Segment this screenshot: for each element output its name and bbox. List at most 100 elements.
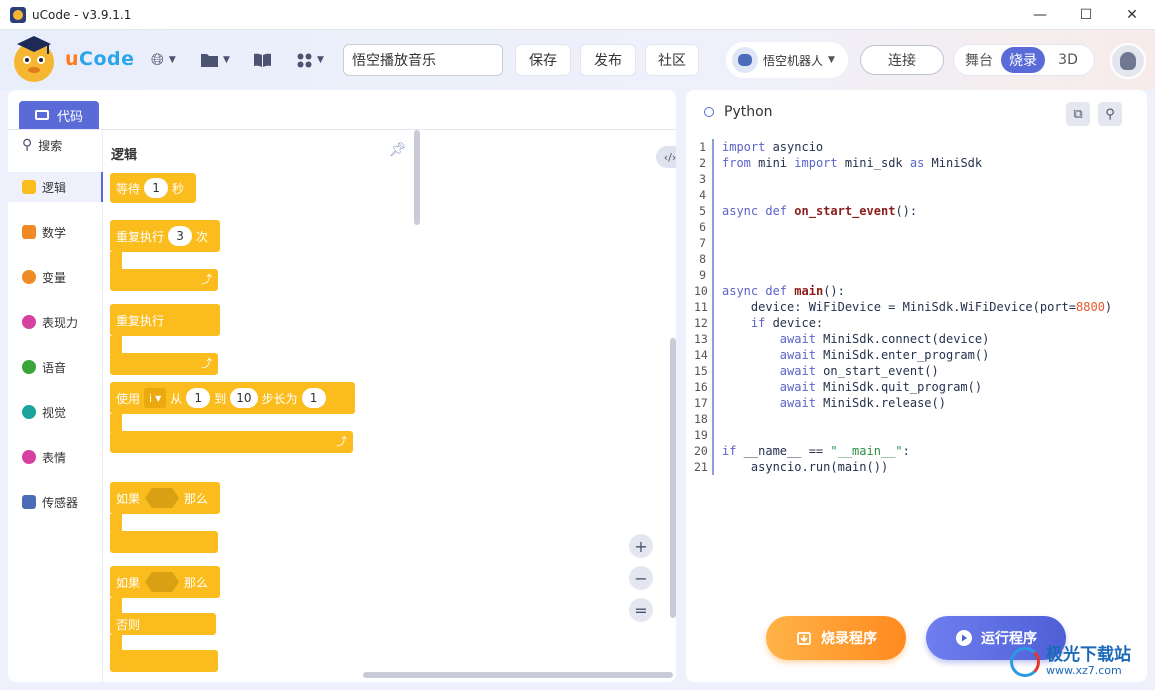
for-step-input[interactable]: 1 (301, 388, 326, 408)
block-if[interactable]: 如果 那么 (110, 482, 220, 514)
code-text: await MiniSdk.connect(device) (779, 332, 990, 346)
sensor-icon (22, 495, 36, 509)
workspace-horizontal-scrollbar[interactable] (363, 672, 673, 678)
maximize-button[interactable]: ☐ (1063, 0, 1109, 30)
for-variable-dropdown[interactable]: i ▼ (144, 388, 167, 408)
line-number: 3 (699, 172, 706, 186)
for-to-input[interactable]: 10 (230, 388, 258, 408)
code-line: 6 (694, 219, 1139, 235)
category-expression[interactable]: 表情 (8, 442, 103, 472)
gutter-bar (712, 459, 714, 475)
block-wait[interactable]: 等待 1 秒 (110, 173, 196, 203)
category-voice[interactable]: 语音 (8, 352, 103, 382)
category-vision[interactable]: 视觉 (8, 397, 103, 427)
publish-button[interactable]: 发布 (580, 44, 636, 76)
block-text: 重复执行 (116, 313, 165, 328)
block-text: 重复执行 (116, 229, 165, 244)
block-forever[interactable]: 重复执行 (110, 304, 220, 336)
code-view-toggle[interactable]: ‹/› (656, 146, 676, 168)
extensions-menu[interactable]: ▼ (297, 50, 324, 70)
gutter-bar (712, 347, 714, 363)
category-motion[interactable]: 表现力 (8, 307, 103, 337)
language-menu[interactable]: 🌐︎ ▼ (151, 50, 176, 70)
minimize-button[interactable]: — (1017, 0, 1063, 30)
loop-arrow-icon: ⤴ (201, 357, 212, 370)
copy-code-button[interactable]: ⧉ (1066, 102, 1090, 126)
zoom-reset-button[interactable]: = (629, 598, 653, 622)
mode-burn-button[interactable]: 烧录 (1001, 47, 1045, 73)
folder-icon (201, 54, 218, 67)
block-text: 从 (170, 391, 183, 406)
zoom-code-button[interactable]: ⚲ (1098, 102, 1122, 126)
blocks-editor-panel: 代码 ⚲ 搜索 逻辑 数学 变量 表现力 语音 视觉 表情 传感器 逻辑 📌︎ … (8, 90, 676, 682)
burn-program-button[interactable]: 烧录程序 (766, 616, 906, 660)
block-if-else[interactable]: 如果 那么 (110, 566, 220, 598)
gutter-bar (712, 331, 714, 347)
tutorial-button[interactable] (254, 50, 271, 70)
close-button[interactable]: ✕ (1109, 0, 1155, 30)
zoom-in-button[interactable]: + (629, 534, 653, 558)
block-for-range[interactable]: 使用 i ▼ 从 1 到 10 步长为 1 (110, 382, 355, 414)
zoom-out-button[interactable]: − (629, 566, 653, 590)
code-line: 8 (694, 251, 1139, 267)
code-line: 9 (694, 267, 1139, 283)
code-line: 17 await MiniSdk.release() (694, 395, 1139, 411)
tab-code-label: 代码 (56, 109, 83, 125)
dropdown-value: i (149, 391, 153, 405)
code-text: async def main(): (722, 284, 845, 298)
for-from-input[interactable]: 1 (186, 388, 211, 408)
category-label: 搜索 (38, 138, 63, 153)
loop-arrow-icon: ⤴ (336, 435, 347, 448)
code-line: 21 asyncio.run(main()) (694, 459, 1139, 475)
file-menu[interactable]: ▼ (201, 50, 230, 70)
mode-3d-button[interactable]: 3D (1045, 47, 1091, 73)
line-number: 13 (694, 332, 708, 346)
tab-code[interactable]: 代码 (19, 101, 99, 129)
gutter-bar (712, 315, 714, 331)
chevron-down-icon: ▼ (155, 393, 162, 403)
burn-program-label: 烧录程序 (821, 631, 877, 647)
magnifier-icon: ⚲ (1105, 106, 1115, 122)
line-number: 10 (694, 284, 708, 298)
line-number: 16 (694, 380, 708, 394)
condition-slot[interactable] (145, 572, 180, 592)
voice-icon (22, 360, 36, 374)
pin-icon[interactable]: 📌︎ (389, 142, 407, 158)
code-line: 11 device: WiFiDevice = MiniSdk.WiFiDevi… (694, 299, 1139, 315)
wait-seconds-input[interactable]: 1 (144, 178, 169, 198)
robot-label: 悟空机器人 (763, 53, 824, 68)
workspace-vertical-scrollbar[interactable] (670, 338, 676, 618)
community-button[interactable]: 社区 (645, 44, 699, 76)
language-text: Python (724, 104, 773, 120)
block-text: 那么 (184, 575, 209, 590)
python-dot-icon (704, 107, 714, 117)
category-logic[interactable]: 逻辑 (8, 172, 103, 202)
save-button[interactable]: 保存 (515, 44, 571, 76)
user-avatar[interactable] (1110, 43, 1146, 79)
block-text: 步长为 (261, 391, 298, 406)
condition-slot[interactable] (145, 488, 180, 508)
category-search[interactable]: ⚲ 搜索 (8, 130, 103, 160)
category-variable[interactable]: 变量 (8, 262, 103, 292)
code-text: asyncio.run(main()) (722, 460, 889, 474)
mode-stage-button[interactable]: 舞台 (957, 47, 1001, 73)
block-text: 如果 (116, 491, 141, 506)
block-repeat-times[interactable]: 重复执行 3 次 (110, 220, 220, 252)
line-number: 6 (699, 220, 706, 234)
category-label: 数学 (42, 225, 67, 240)
category-label: 表现力 (42, 315, 79, 330)
block-text: 次 (196, 229, 209, 244)
line-number: 18 (694, 412, 708, 426)
project-name-input[interactable] (343, 44, 503, 76)
connect-button[interactable]: 连接 (860, 45, 944, 75)
watermark-url: www.xz7.com (1046, 664, 1122, 677)
motion-icon (22, 315, 36, 329)
gutter-bar (712, 411, 714, 427)
category-sensor[interactable]: 传感器 (8, 487, 103, 517)
gutter-bar (712, 427, 714, 443)
repeat-count-input[interactable]: 3 (168, 226, 193, 246)
robot-selector[interactable]: 悟空机器人 ▼ (726, 42, 848, 78)
palette-scrollbar[interactable] (414, 130, 420, 225)
app-icon (10, 6, 26, 23)
category-math[interactable]: 数学 (8, 217, 103, 247)
